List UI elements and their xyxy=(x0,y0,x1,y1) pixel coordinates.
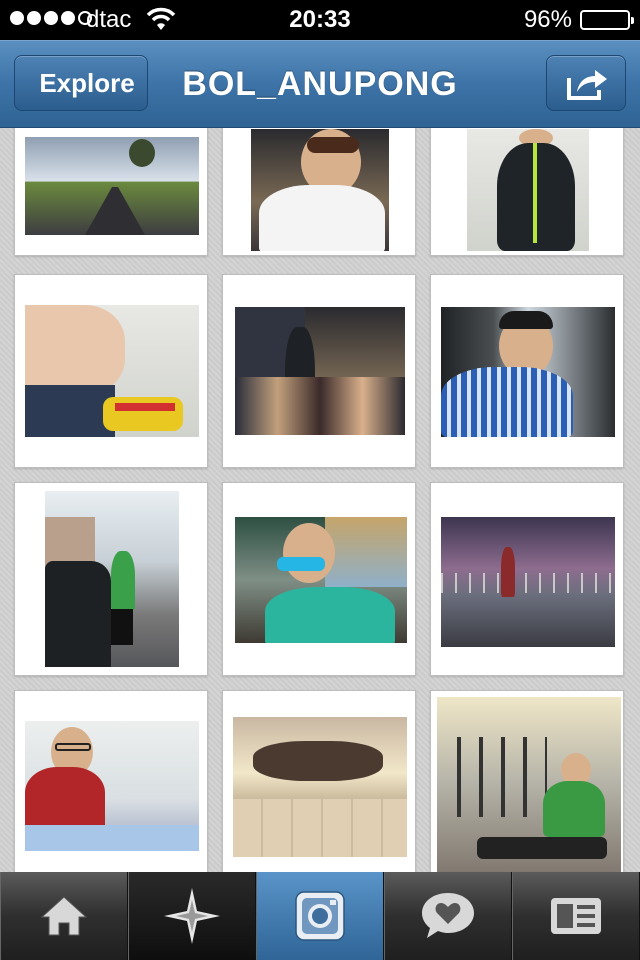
photo-thumbnail[interactable] xyxy=(430,274,624,468)
battery-percentage: 96% xyxy=(523,6,572,33)
photo-image xyxy=(233,717,407,857)
tab-home[interactable] xyxy=(0,872,128,960)
navigation-bar: Explore BOL_ANUPONG xyxy=(0,40,640,128)
photo-image xyxy=(235,307,405,435)
photo-image xyxy=(441,307,615,437)
photo-thumbnail[interactable] xyxy=(430,690,624,872)
photo-image xyxy=(45,491,179,667)
photo-image xyxy=(25,137,199,235)
photo-image xyxy=(437,697,621,872)
photo-thumbnail[interactable] xyxy=(222,482,416,676)
tab-bar xyxy=(0,872,640,960)
photo-grid xyxy=(0,128,640,872)
tab-explore[interactable] xyxy=(128,872,256,960)
battery-icon xyxy=(580,10,634,30)
tab-profile[interactable] xyxy=(512,872,640,960)
share-icon xyxy=(567,70,607,100)
photo-image xyxy=(25,305,199,437)
photo-thumbnail[interactable] xyxy=(222,128,416,256)
home-icon xyxy=(40,896,88,936)
page-title: BOL_ANUPONG xyxy=(182,65,458,103)
photo-thumbnail[interactable] xyxy=(14,274,208,468)
heart-bubble-icon xyxy=(422,893,474,938)
camera-icon xyxy=(295,891,345,941)
photo-image xyxy=(467,129,589,251)
photo-thumbnail[interactable] xyxy=(14,690,208,872)
photo-thumbnail[interactable] xyxy=(430,482,624,676)
photo-thumbnail[interactable] xyxy=(222,690,416,872)
photo-image xyxy=(441,517,615,647)
photo-thumbnail[interactable] xyxy=(430,128,624,256)
photo-image xyxy=(251,129,389,251)
photo-thumbnail[interactable] xyxy=(14,128,208,256)
status-bar: dtac 20:33 96% xyxy=(0,0,640,40)
profile-card-icon xyxy=(551,898,601,934)
tab-activity[interactable] xyxy=(384,872,512,960)
photo-image xyxy=(235,517,407,643)
share-button[interactable] xyxy=(546,55,626,111)
tab-camera[interactable] xyxy=(256,872,384,960)
photo-thumbnail[interactable] xyxy=(14,482,208,676)
compass-star-icon xyxy=(164,888,220,944)
photo-image xyxy=(25,721,199,851)
photo-thumbnail[interactable] xyxy=(222,274,416,468)
